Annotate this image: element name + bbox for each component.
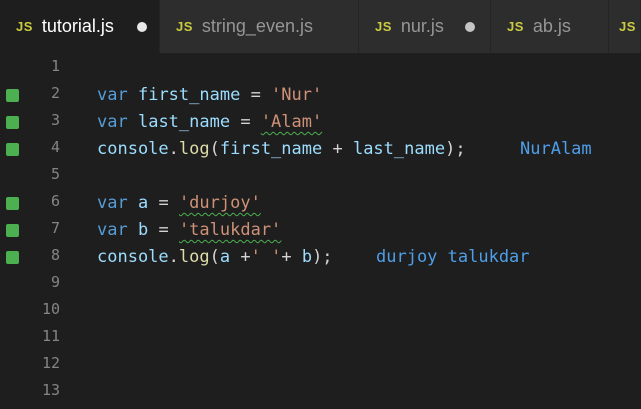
code-text[interactable]: console.log(a +' '+ b); xyxy=(97,244,333,271)
unsaved-changes-dot-icon[interactable] xyxy=(465,22,475,32)
javascript-file-icon: JS xyxy=(619,19,636,34)
operator: = xyxy=(148,220,179,240)
code-line: 10 xyxy=(0,298,641,325)
code-line: 5 xyxy=(0,163,641,190)
keyword: var xyxy=(97,85,128,105)
execution-marker-icon xyxy=(6,143,19,156)
operator: = xyxy=(240,85,272,105)
line-number: 12 xyxy=(41,354,60,372)
tab-label: nur.js xyxy=(400,16,444,36)
code-text[interactable]: var last_name = 'Alam' xyxy=(97,109,322,136)
line-number: 5 xyxy=(50,165,60,183)
editor-area[interactable]: 1 2 var first_name = 'Nur' 3 var last_na… xyxy=(0,53,641,409)
javascript-file-icon: JS xyxy=(375,19,392,34)
variable-name: a xyxy=(219,247,231,267)
code-line: 4 console.log(first_name + last_name); N… xyxy=(0,136,641,163)
code-editor-window: JS tutorial.js JS string_even.js JS nur.… xyxy=(0,0,641,409)
operator: + xyxy=(322,139,353,159)
variable-name: first_name xyxy=(137,85,241,105)
punctuation: ( xyxy=(209,139,220,159)
tab-label: tutorial.js xyxy=(41,16,114,36)
tab-string-even-js[interactable]: JS string_even.js xyxy=(160,0,359,53)
variable-name: a xyxy=(137,193,149,213)
function-name: log xyxy=(178,247,210,267)
line-number: 13 xyxy=(41,381,60,399)
code-line: 8 console.log(a +' '+ b); durjoy talukda… xyxy=(0,244,641,271)
line-number: 7 xyxy=(50,219,60,237)
line-number: 2 xyxy=(50,84,60,102)
object-name: console xyxy=(97,247,169,267)
code-line: 3 var last_name = 'Alam' xyxy=(0,109,641,136)
string-literal: 'Alam' xyxy=(260,112,323,132)
tab-nur-js[interactable]: JS nur.js xyxy=(359,0,491,53)
keyword: var xyxy=(97,220,128,240)
line-number: 3 xyxy=(50,111,60,129)
code-line: 13 xyxy=(0,379,641,406)
inline-output-value: durjoy talukdar xyxy=(376,247,530,267)
line-number: 4 xyxy=(50,138,60,156)
operator: + xyxy=(281,247,302,267)
variable-name: first_name xyxy=(219,139,323,159)
operator: = xyxy=(230,112,261,132)
variable-name: last_name xyxy=(137,112,231,132)
keyword: var xyxy=(97,193,128,213)
inline-output-value: NurAlam xyxy=(520,139,592,159)
object-name: console xyxy=(97,139,169,159)
string-literal: ' ' xyxy=(250,247,282,267)
variable-name: b xyxy=(301,247,313,267)
line-number: 1 xyxy=(50,57,60,75)
code-text[interactable]: console.log(first_name + last_name); xyxy=(97,136,466,163)
execution-marker-icon xyxy=(6,224,19,237)
operator: = xyxy=(148,193,179,213)
line-number: 9 xyxy=(50,273,60,291)
javascript-file-icon: JS xyxy=(507,19,524,34)
code-text[interactable]: var a = 'durjoy' xyxy=(97,190,261,217)
operator: . xyxy=(168,139,179,159)
line-number: 10 xyxy=(41,300,60,318)
operator: + xyxy=(230,247,251,267)
unsaved-changes-dot-icon[interactable] xyxy=(137,22,147,32)
tab-overflow[interactable]: JS xyxy=(609,0,641,53)
line-number: 11 xyxy=(41,327,60,345)
variable-name: b xyxy=(137,220,149,240)
execution-marker-icon xyxy=(6,116,19,129)
function-name: log xyxy=(178,139,210,159)
punctuation: ( xyxy=(209,247,220,267)
variable-name: last_name xyxy=(352,139,446,159)
javascript-file-icon: JS xyxy=(176,19,193,34)
keyword: var xyxy=(97,112,128,132)
code-line: 6 var a = 'durjoy' xyxy=(0,190,641,217)
code-line: 12 xyxy=(0,352,641,379)
execution-marker-icon xyxy=(6,251,19,264)
code-line: 7 var b = 'talukdar' xyxy=(0,217,641,244)
javascript-file-icon: JS xyxy=(16,19,33,34)
tab-tutorial-js[interactable]: JS tutorial.js xyxy=(0,0,160,53)
code-line: 1 xyxy=(0,55,641,82)
string-literal: 'talukdar' xyxy=(178,220,282,240)
line-number: 6 xyxy=(50,192,60,210)
code-text[interactable]: var first_name = 'Nur' xyxy=(97,82,322,109)
code-line: 2 var first_name = 'Nur' xyxy=(0,82,641,109)
tab-bar: JS tutorial.js JS string_even.js JS nur.… xyxy=(0,0,641,53)
string-literal: 'durjoy' xyxy=(178,193,261,213)
punctuation: ); xyxy=(312,247,333,267)
line-number: 8 xyxy=(50,246,60,264)
code-line: 11 xyxy=(0,325,641,352)
tab-label: string_even.js xyxy=(201,16,313,36)
execution-marker-icon xyxy=(6,197,19,210)
code-line: 9 xyxy=(0,271,641,298)
operator: . xyxy=(168,247,179,267)
tab-label: ab.js xyxy=(532,16,571,36)
code-text[interactable]: var b = 'talukdar' xyxy=(97,217,281,244)
tab-ab-js[interactable]: JS ab.js xyxy=(491,0,609,53)
execution-marker-icon xyxy=(6,89,19,102)
punctuation: ); xyxy=(445,139,466,159)
string-literal: 'Nur' xyxy=(271,85,323,105)
